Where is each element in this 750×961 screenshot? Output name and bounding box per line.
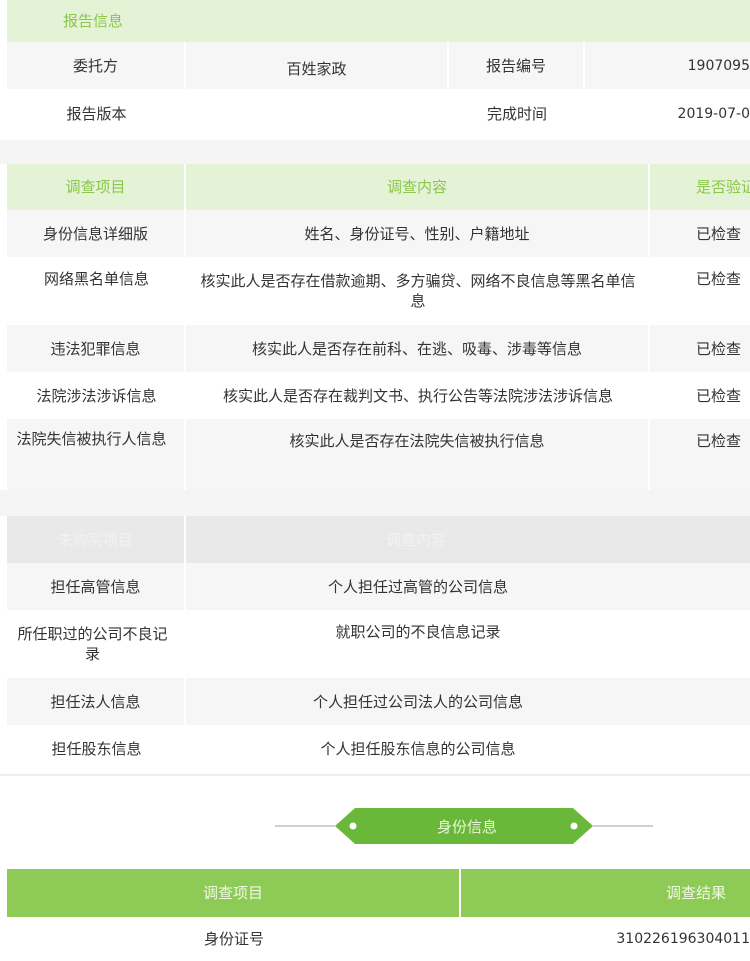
table-row: 违法犯罪信息 核实此人是否存在前科、在逃、吸毒、涉毒等信息 已检查 (7, 325, 750, 372)
report-info-header: 报告信息 (7, 0, 750, 42)
survey-item: 身份信息详细版 (7, 210, 186, 257)
identity-item: 身份证号 (203, 930, 264, 948)
unpurchased-table-header: 未购买项目 调查内容 (7, 516, 750, 563)
identity-section-banner: 身份信息 (275, 806, 655, 846)
section-gap (0, 490, 750, 516)
survey-item: 法院涉法涉诉信息 (36, 386, 157, 405)
survey-status: 已检查 (696, 339, 742, 358)
unpurchased-table: 未购买项目 调查内容 担任高管信息 个人担任过高管的公司信息 所任职过的公司不良… (7, 516, 750, 774)
table-row: 法院涉法涉诉信息 核实此人是否存在裁判文书、执行公告等法院涉法涉诉信息 已检查 (7, 372, 750, 419)
survey-table-header: 调查项目 调查内容 是否验证 (7, 164, 750, 210)
unpurchased-content: 个人担任过高管的公司信息 (327, 577, 508, 596)
survey-table: 调查项目 调查内容 是否验证 身份信息详细版 姓名、身份证号、性别、户籍地址 已… (7, 164, 750, 490)
report-info-title: 报告信息 (63, 12, 124, 30)
unpurchased-content: 个人担任过公司法人的公司信息 (312, 692, 523, 711)
survey-status: 已检查 (696, 270, 742, 288)
section-gap (0, 140, 750, 164)
identity-result: 310226196304011 (616, 931, 750, 947)
banner-title: 身份信息 (436, 817, 497, 836)
survey-content: 核实此人是否存在裁判文书、执行公告等法院涉法涉诉信息 (222, 386, 613, 405)
unpurchased-item: 担任法人信息 (7, 678, 186, 725)
survey-status: 已检查 (696, 224, 742, 243)
survey-content: 核实此人是否存在法院失信被执行信息 (186, 419, 650, 490)
survey-item: 违法犯罪信息 (7, 325, 186, 372)
survey-header-verified: 是否验证 (696, 178, 750, 196)
report-no-label: 报告编号 (449, 42, 585, 89)
unpurchased-content: 个人担任股东信息的公司信息 (320, 739, 516, 758)
table-row: 网络黑名单信息 核实此人是否存在借款逾期、多方骗贷、网络不良信息等黑名单信息 已… (7, 257, 750, 325)
survey-item: 法院失信被执行人信息 (7, 419, 186, 490)
version-label: 报告版本 (66, 104, 127, 123)
table-row: 法院失信被执行人信息 核实此人是否存在法院失信被执行信息 已检查 (7, 419, 750, 490)
identity-header-item: 调查项目 (7, 869, 461, 917)
report-info-section: 报告信息 委托方 百姓家政 报告编号 1907095 报告版本 完成时间 201… (7, 0, 750, 140)
finish-time-value: 2019-07-0 (677, 105, 750, 122)
report-info-row-version: 报告版本 完成时间 2019-07-0 (7, 89, 750, 138)
table-row: 担任法人信息 个人担任过公司法人的公司信息 (7, 678, 750, 725)
unpurchased-content: 就职公司的不良信息记录 (335, 623, 501, 641)
survey-header-content: 调查内容 (186, 164, 650, 210)
survey-content: 核实此人是否存在借款逾期、多方骗贷、网络不良信息等黑名单信息 (200, 272, 636, 310)
client-label: 委托方 (7, 42, 186, 89)
survey-item: 网络黑名单信息 (43, 270, 149, 288)
version-value (186, 89, 449, 138)
table-row: 身份证号 310226196304011 (7, 917, 750, 961)
finish-time-label: 完成时间 (486, 104, 547, 123)
client-value: 百姓家政 (186, 42, 449, 89)
unpurchased-item: 担任股东信息 (51, 739, 142, 758)
table-row: 担任高管信息 个人担任过高管的公司信息 (7, 563, 750, 610)
survey-content: 核实此人是否存在前科、在逃、吸毒、涉毒等信息 (186, 325, 650, 372)
unpurchased-item: 所任职过的公司不良记录 (17, 625, 168, 663)
survey-header-item: 调查项目 (7, 164, 186, 210)
unpurchased-item: 担任高管信息 (7, 563, 186, 610)
table-row: 所任职过的公司不良记录 就职公司的不良信息记录 (7, 610, 750, 678)
table-row: 担任股东信息 个人担任股东信息的公司信息 (7, 725, 750, 772)
section-divider-line (0, 774, 750, 776)
unpurchased-header-content: 调查内容 (386, 530, 447, 549)
survey-status: 已检查 (696, 386, 742, 405)
table-row: 身份信息详细版 姓名、身份证号、性别、户籍地址 已检查 (7, 210, 750, 257)
report-info-row-client: 委托方 百姓家政 报告编号 1907095 (7, 42, 750, 89)
identity-header-result: 调查结果 (665, 884, 726, 902)
unpurchased-header-item: 未购买项目 (7, 516, 186, 563)
identity-table-header: 调查项目 调查结果 (7, 869, 750, 917)
report-no-value: 1907095 (687, 57, 750, 74)
survey-status: 已检查 (696, 432, 742, 450)
survey-content: 姓名、身份证号、性别、户籍地址 (186, 210, 650, 257)
